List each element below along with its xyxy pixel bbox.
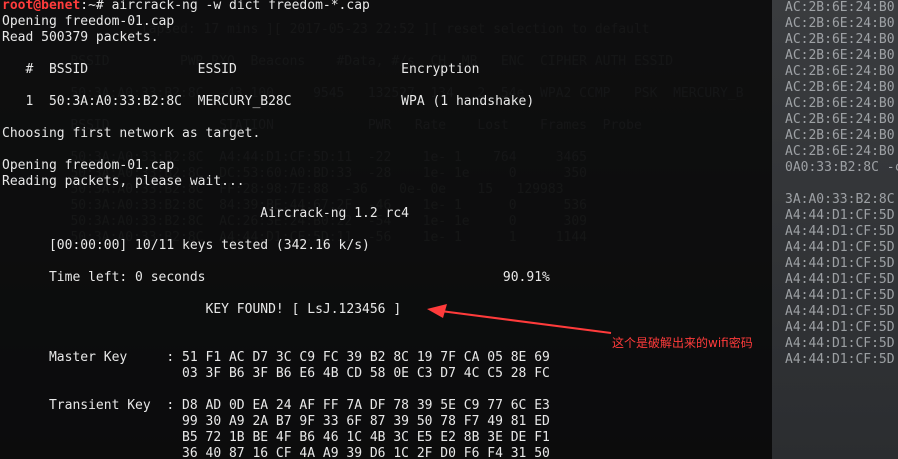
background-right-line: A4:44:D1:CF:5D <box>785 336 895 351</box>
background-right-line: A4:44:D1:CF:5D <box>785 272 895 287</box>
terminal-line: Time left: 0 seconds 90.91% <box>2 270 550 285</box>
background-right-line: AC:2B:6E:24:B0 <box>785 144 895 159</box>
background-right-line: A4:44:D1:CF:5D <box>785 208 895 223</box>
terminal-line: Opening freedom-01.cap <box>2 158 175 173</box>
background-right-line: A4:44:D1:CF:5D <box>785 320 895 335</box>
terminal-line: [00:00:00] 10/11 keys tested (342.16 k/s… <box>2 238 370 253</box>
background-right-line: A4:44:D1:CF:5D <box>785 224 895 239</box>
background-right-line: AC:2B:6E:24:B0 <box>785 80 895 95</box>
background-right-line: A4:44:D1:CF:5D <box>785 352 895 367</box>
terminal-line: Opening freedom-01.cap <box>2 14 175 29</box>
terminal-line: Aircrack-ng 1.2 rc4 <box>2 206 409 221</box>
terminal-line-continued: 99 30 A9 2A B7 9F 33 6F 87 39 50 78 F7 4… <box>2 414 550 429</box>
red-arrow-icon <box>427 304 612 334</box>
background-right-line: AC:2B:6E:24:B0 <box>785 96 895 111</box>
background-right-line: AC:2B:6E:24:B0 <box>785 128 895 143</box>
terminal-line: # BSSID ESSID Encryption <box>2 62 480 77</box>
terminal-line: Read 500379 packets. <box>2 30 159 45</box>
terminal-line: Transient Key : D8 AD 0D EA 24 AF FF 7A … <box>2 398 550 408</box>
terminal-window-tail: Transient Key : D8 AD 0D EA 24 AF FF 7A … <box>0 408 772 459</box>
prompt-user: root@benet <box>2 0 81 13</box>
terminal-line: Choosing first network as target. <box>2 126 261 141</box>
command-prompt: root@benet:~# aircrack-ng -w dict freedo… <box>2 0 370 14</box>
terminal-line: 03 3F B6 3F B6 E6 4B CD 58 0E C3 D7 4C C… <box>2 366 550 381</box>
background-right-line: A4:44:D1:CF:5D <box>785 288 895 303</box>
background-right-line: AC:2B:6E:24:B0 <box>785 112 895 127</box>
background-right-line: AC:2B:6E:24:B0 <box>785 48 895 63</box>
background-right-line: AC:2B:6E:24:B0 <box>785 0 895 15</box>
background-right-line: 3A:A0:33:B2:8C <box>785 192 895 207</box>
terminal-line: 1 50:3A:A0:33:B2:8C MERCURY_B28C WPA (1 … <box>2 94 535 109</box>
background-right-line: AC:2B:6E:24:B0 <box>785 64 895 79</box>
terminal-line-continued: B5 72 1B BE 4F B6 46 1C 4B 3C E5 E2 8B 3… <box>2 430 550 445</box>
background-right-column: AC:2B:6E:24:B0 AC:2B:6E:24:B0 AC:2B:6E:24:… <box>785 0 898 368</box>
background-right-line: A4:44:D1:CF:5D <box>785 304 895 319</box>
background-right-line: 0A0:33:B2:8C -c <box>785 160 898 175</box>
background-right-line: A4:44:D1:CF:5D <box>785 256 895 271</box>
background-right-line: A4:44:D1:CF:5D <box>785 240 895 255</box>
terminal-line: Master Key : 51 F1 AC D7 3C C9 FC 39 B2 … <box>2 350 550 365</box>
terminal-line-continued: 36 40 87 16 CF 4A A9 39 D6 1C 2F D0 F6 F… <box>2 446 550 459</box>
annotation-label: 这个是破解出来的wifi密码 <box>612 336 753 350</box>
background-right-line <box>785 176 898 192</box>
terminal-line: Reading packets, please wait... <box>2 174 245 189</box>
terminal-line: KEY FOUND! [ LsJ.123456 ] <box>2 302 402 317</box>
prompt-command: :~# aircrack-ng -w dict freedom-*.cap <box>80 0 370 13</box>
background-right-line: AC:2B:6E:24:B0 <box>785 32 895 47</box>
background-right-line: AC:2B:6E:24:B0 <box>785 16 895 31</box>
